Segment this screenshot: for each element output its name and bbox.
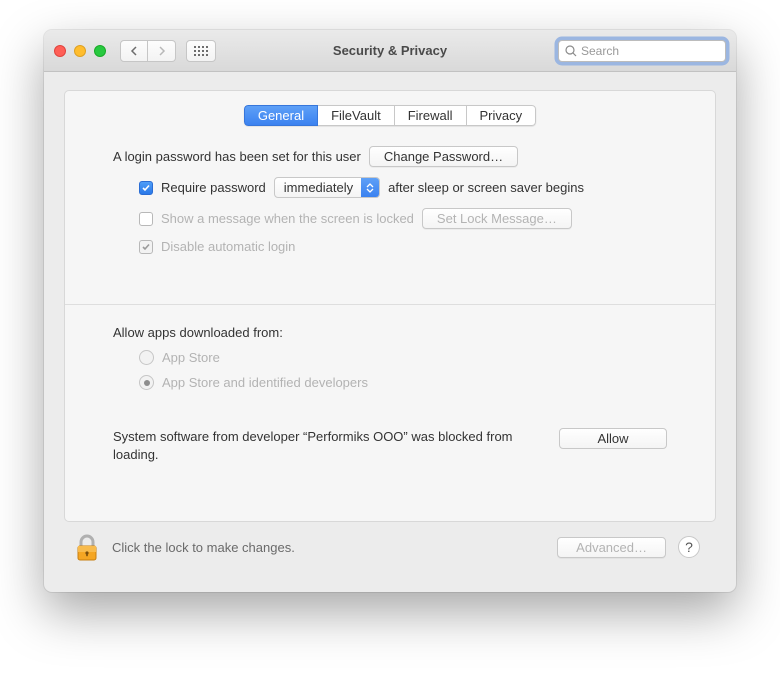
blocked-software-row: System software from developer “Performi… <box>95 428 685 464</box>
zoom-icon[interactable] <box>94 45 106 57</box>
close-icon[interactable] <box>54 45 66 57</box>
tab-general[interactable]: General <box>244 105 318 126</box>
require-password-label-before: Require password <box>161 180 266 195</box>
check-icon <box>141 242 151 252</box>
search-field[interactable] <box>558 40 726 62</box>
disable-auto-login-label: Disable automatic login <box>161 239 295 254</box>
lock-hint-text: Click the lock to make changes. <box>112 540 545 555</box>
require-password-label-after: after sleep or screen saver begins <box>388 180 584 195</box>
allow-button[interactable]: Allow <box>559 428 667 449</box>
radio-app-store-label: App Store <box>162 350 220 365</box>
radio-app-store <box>139 350 154 365</box>
downloads-section: Allow apps downloaded from: App Store Ap… <box>95 325 685 390</box>
footer: Click the lock to make changes. Advanced… <box>64 522 716 578</box>
content-panel: General FileVault Firewall Privacy A log… <box>64 90 716 522</box>
lock-button[interactable] <box>74 532 100 562</box>
show-message-label: Show a message when the screen is locked <box>161 211 414 226</box>
tab-privacy[interactable]: Privacy <box>467 105 537 126</box>
grid-icon <box>194 46 208 56</box>
back-button[interactable] <box>120 40 148 62</box>
password-delay-select[interactable]: immediately <box>274 177 380 198</box>
lock-icon <box>75 534 99 562</box>
login-section: A login password has been set for this u… <box>95 146 685 254</box>
blocked-software-text: System software from developer “Performi… <box>113 428 543 464</box>
radio-identified-developers-label: App Store and identified developers <box>162 375 368 390</box>
password-delay-value: immediately <box>284 180 361 195</box>
downloads-heading: Allow apps downloaded from: <box>113 325 667 340</box>
login-password-text: A login password has been set for this u… <box>113 149 361 164</box>
tab-firewall[interactable]: Firewall <box>395 105 467 126</box>
search-input[interactable] <box>581 44 719 58</box>
set-lock-message-button: Set Lock Message… <box>422 208 572 229</box>
radio-identified-developers <box>139 375 154 390</box>
preferences-window: Security & Privacy General FileVault Fir… <box>44 30 736 592</box>
chevron-left-icon <box>130 46 138 56</box>
stepper-arrows-icon <box>361 178 379 197</box>
show-all-button[interactable] <box>186 40 216 62</box>
show-message-checkbox <box>139 212 153 226</box>
disable-auto-login-checkbox <box>139 240 153 254</box>
tab-filevault[interactable]: FileVault <box>318 105 395 126</box>
divider <box>65 304 715 305</box>
window-body: General FileVault Firewall Privacy A log… <box>44 72 736 592</box>
forward-button[interactable] <box>148 40 176 62</box>
tab-bar: General FileVault Firewall Privacy <box>95 105 685 126</box>
check-icon <box>141 183 151 193</box>
require-password-checkbox[interactable] <box>139 181 153 195</box>
advanced-button[interactable]: Advanced… <box>557 537 666 558</box>
change-password-button[interactable]: Change Password… <box>369 146 518 167</box>
nav-buttons <box>120 40 176 62</box>
chevron-right-icon <box>158 46 166 56</box>
help-button[interactable]: ? <box>678 536 700 558</box>
minimize-icon[interactable] <box>74 45 86 57</box>
help-icon: ? <box>685 539 693 555</box>
window-controls <box>54 45 106 57</box>
search-icon <box>565 45 577 57</box>
titlebar: Security & Privacy <box>44 30 736 72</box>
